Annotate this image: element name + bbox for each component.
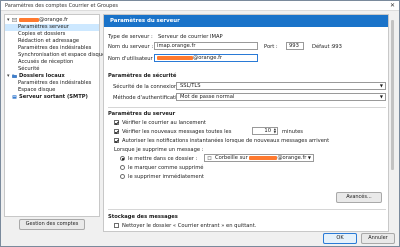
- pane-header: Paramètres du serveur: [104, 15, 388, 27]
- tree-item-junk[interactable]: Paramètres des indésirables: [5, 45, 99, 52]
- chevron-down-icon: ▼: [307, 155, 311, 160]
- tree-account-orange[interactable]: ▾ @orange.fr: [5, 17, 99, 24]
- redacted-email: [19, 17, 39, 22]
- minutes-stepper[interactable]: 10 ▲ ▼: [252, 127, 278, 135]
- default-port-value: 993: [332, 44, 342, 50]
- delete-now-radio[interactable]: [120, 174, 125, 179]
- divider: [108, 209, 386, 210]
- folder-icon: [12, 74, 17, 78]
- username-field[interactable]: @orange.fr: [154, 54, 258, 62]
- tree-item-receipts[interactable]: Accusés de réception: [5, 59, 99, 66]
- advanced-button[interactable]: Avancés...: [336, 192, 382, 203]
- title-bar: Paramètres des comptes Courrier et Group…: [1, 1, 399, 11]
- collapse-icon[interactable]: ▾: [7, 17, 10, 24]
- allow-push-label: Autoriser les notifications instantanées…: [122, 138, 330, 144]
- redacted-username: [157, 55, 193, 60]
- auth-method-select[interactable]: Mot de passe normal ▼: [176, 93, 386, 101]
- tree-item-copies-folders[interactable]: Copies et dossiers: [5, 31, 99, 38]
- connection-security-select[interactable]: SSL/TLS ▼: [176, 82, 386, 90]
- delete-now-label: le supprimer immédiatement: [128, 174, 204, 180]
- port-label: Port :: [264, 44, 278, 50]
- check-every-label: Vérifier les nouveaux messages toutes le…: [122, 129, 232, 135]
- server-name-label: Nom du serveur :: [108, 44, 154, 50]
- window-title: Paramètres des comptes Courrier et Group…: [5, 3, 119, 9]
- account-tree: ▾ @orange.fr Paramètres serveur Copies e…: [4, 14, 105, 217]
- default-port-label: Défaut :: [312, 44, 333, 50]
- tree-item-server-settings[interactable]: Paramètres serveur: [5, 24, 99, 31]
- server-settings-section-title: Paramètres du serveur: [108, 111, 176, 117]
- account-settings-window: Paramètres des comptes Courrier et Group…: [0, 0, 400, 247]
- username-label: Nom d'utilisateur :: [108, 56, 157, 62]
- move-to-folder-label: le mettre dans ce dossier :: [128, 156, 198, 162]
- manage-accounts-button[interactable]: Gestion des comptes: [19, 219, 85, 230]
- scrollbar-thumb[interactable]: [391, 20, 394, 170]
- account-email-suffix: @orange.fr: [39, 17, 69, 23]
- server-name-field[interactable]: imap.orange.fr: [154, 42, 258, 50]
- redacted-account: [249, 155, 278, 160]
- tree-local-folders[interactable]: ▾ Dossiers locaux: [5, 73, 99, 80]
- server-type-value: Serveur de courrier IMAP: [158, 34, 223, 40]
- pane-scrollbar[interactable]: [390, 14, 395, 232]
- minutes-label: minutes: [282, 129, 303, 135]
- close-icon[interactable]: ✕: [390, 2, 395, 9]
- tree-outgoing-smtp[interactable]: Serveur sortant (SMTP): [5, 94, 99, 101]
- allow-push-checkbox[interactable]: [114, 138, 119, 143]
- chevron-down-icon: ▼: [379, 94, 383, 99]
- ok-button[interactable]: OK: [323, 233, 357, 244]
- tree-item-sync-disk[interactable]: Synchronisation et espace disque: [5, 52, 105, 59]
- chevron-down-icon: ▼: [379, 83, 383, 88]
- check-every-checkbox[interactable]: [114, 129, 119, 134]
- security-section-title: Paramètres de sécurité: [108, 73, 177, 79]
- storage-section-title: Stockage des messages: [108, 214, 178, 220]
- trash-icon: [207, 156, 212, 160]
- clean-inbox-label: Nettoyer le dossier « Courrier entrant »…: [122, 223, 257, 229]
- pane-title: Paramètres du serveur: [110, 18, 180, 24]
- check-on-launch-label: Vérifier le courrier au lancement: [122, 120, 206, 126]
- outgoing-server-icon: [12, 95, 17, 99]
- clean-inbox-checkbox[interactable]: [114, 223, 119, 228]
- mark-deleted-radio[interactable]: [120, 165, 125, 170]
- tree-item-composition[interactable]: Rédaction et adressage: [5, 38, 99, 45]
- mark-deleted-label: le marquer comme supprimé: [128, 165, 204, 171]
- trash-folder-select[interactable]: Corbeille sur @orange.fr ▼: [204, 154, 314, 162]
- connection-security-label: Sécurité de la connexion :: [113, 84, 181, 90]
- spinner-arrows-icon[interactable]: ▲ ▼: [274, 128, 276, 134]
- mail-account-icon: [12, 18, 17, 22]
- divider: [108, 107, 386, 108]
- tree-item-security[interactable]: Sécurité: [5, 66, 99, 73]
- tree-local-disk-space[interactable]: Espace disque: [5, 87, 99, 94]
- check-on-launch-checkbox[interactable]: [114, 120, 119, 125]
- tree-local-junk[interactable]: Paramètres des indésirables: [5, 80, 99, 87]
- move-to-folder-radio[interactable]: [120, 156, 125, 161]
- delete-behavior-label: Lorsque je supprime un message :: [114, 147, 204, 153]
- collapse-icon[interactable]: ▾: [7, 73, 10, 80]
- settings-pane: Paramètres du serveur Type de serveur : …: [103, 14, 389, 232]
- cancel-button[interactable]: Annuler: [361, 233, 395, 244]
- server-type-label: Type de serveur :: [108, 34, 153, 40]
- port-field[interactable]: 993: [286, 42, 304, 50]
